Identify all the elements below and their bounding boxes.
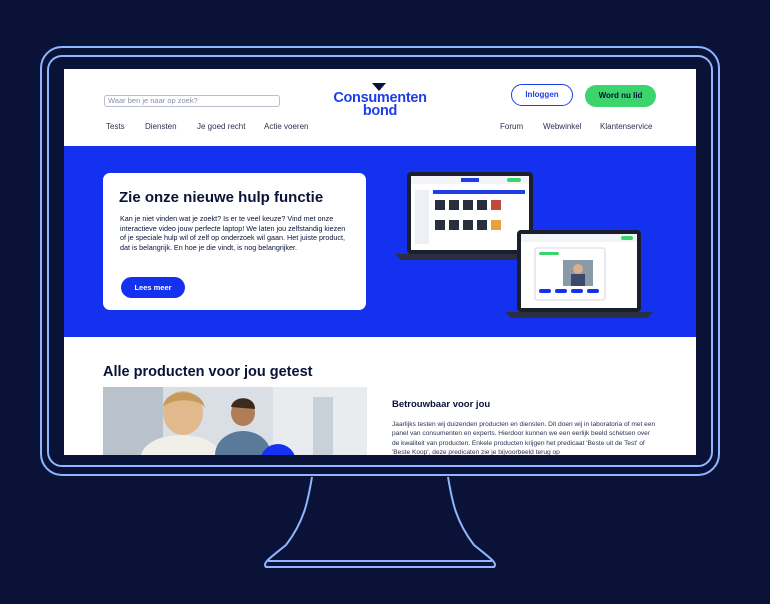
nav-forum[interactable]: Forum (500, 122, 523, 131)
read-more-button[interactable]: Lees meer (121, 277, 185, 298)
people-photo (103, 387, 367, 455)
trust-text: Jaarlijks testen wij duizenden producten… (392, 421, 656, 455)
logo-text-line2: bond (362, 103, 398, 119)
consumentenbond-logo[interactable]: Consumenten bond (326, 83, 434, 119)
nav-actie-voeren[interactable]: Actie voeren (264, 122, 308, 131)
nav-je-goed-recht[interactable]: Je goed recht (197, 122, 245, 131)
become-member-button[interactable]: Word nu lid (585, 85, 656, 107)
search-placeholder: Waar ben je naar op zoek? (108, 96, 198, 105)
login-button[interactable]: Inloggen (511, 84, 573, 106)
website-screen: Waar ben je naar op zoek? Consumenten bo… (64, 69, 696, 455)
laptop-mockup-image (395, 172, 653, 318)
trust-title: Betrouwbaar voor jou (392, 399, 491, 410)
products-title: Alle producten voor jou getest (103, 364, 313, 380)
hero-card: Zie onze nieuwe hulp functie Kan je niet… (103, 173, 366, 310)
nav-diensten[interactable]: Diensten (145, 122, 177, 131)
search-input[interactable]: Waar ben je naar op zoek? (104, 95, 280, 107)
nav-tests[interactable]: Tests (106, 122, 125, 131)
hero-banner: Zie onze nieuwe hulp functie Kan je niet… (64, 146, 696, 337)
hero-title: Zie onze nieuwe hulp functie (119, 189, 324, 206)
nav-klantenservice[interactable]: Klantenservice (600, 122, 652, 131)
hero-text: Kan je niet vinden wat je zoekt? Is er t… (120, 214, 346, 252)
nav-webwinkel[interactable]: Webwinkel (543, 122, 582, 131)
